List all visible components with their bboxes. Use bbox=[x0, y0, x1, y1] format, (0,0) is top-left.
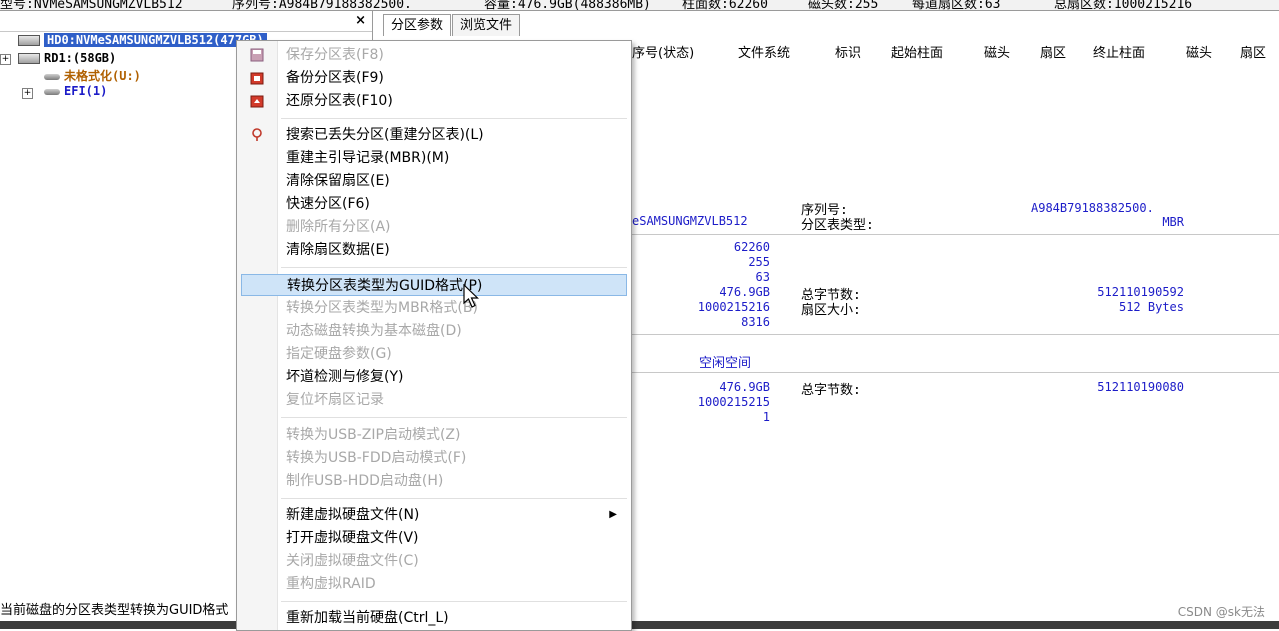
tree-node-rd1[interactable]: RD1:(58GB) bbox=[18, 51, 116, 65]
tree-node-rd1-label: RD1:(58GB) bbox=[44, 51, 117, 65]
partition-table-type-value: MBR bbox=[1162, 215, 1184, 229]
total-bytes-value: 512110190592 bbox=[1097, 285, 1184, 299]
menu-item-delete-all-partitions[interactable]: 删除所有分区(A) bbox=[241, 216, 627, 238]
col-id: 标识 bbox=[835, 46, 862, 61]
menu-item-search-lost-partitions[interactable]: 搜索已丢失分区(重建分区表)(L) bbox=[241, 124, 627, 146]
hard-disk-icon bbox=[18, 53, 40, 64]
free-total-bytes-value: 512110190080 bbox=[1097, 380, 1184, 394]
disk-cylinders: 柱面数:62260 bbox=[682, 0, 768, 11]
backup-icon bbox=[250, 72, 264, 85]
status-bar: 当前磁盘的分区表类型转换为GUID格式 bbox=[0, 603, 229, 618]
expand-icon[interactable]: + bbox=[22, 88, 33, 99]
menu-item-usb-hdd-boot[interactable]: 制作USB-HDD启动盘(H) bbox=[241, 470, 627, 492]
sector-size-label: 扇区大小: bbox=[801, 303, 861, 318]
disk-model: 型号:NVMeSAMSUNGMZVLB512 bbox=[0, 0, 183, 11]
extra-value: 8316 bbox=[741, 315, 770, 329]
restore-icon bbox=[250, 95, 264, 108]
free-capacity-value: 476.9GB bbox=[719, 380, 770, 394]
mouse-cursor-icon bbox=[463, 284, 479, 308]
menu-item-reload-disk[interactable]: 重新加载当前硬盘(Ctrl_L) bbox=[241, 607, 627, 629]
col-end-cylinder: 终止柱面 bbox=[1093, 46, 1146, 61]
tree-header: × bbox=[0, 11, 372, 32]
disk-total-sectors: 总扇区数:1000215216 bbox=[1054, 0, 1193, 11]
menu-item-save-partition-table[interactable]: 保存分区表(F8) bbox=[241, 44, 627, 66]
tree-node-unformatted[interactable]: 未格式化(U:) bbox=[44, 67, 141, 84]
submenu-arrow-icon: ▶ bbox=[609, 509, 617, 520]
menu-item-new-virtual-disk[interactable]: 新建虚拟硬盘文件(N) ▶ bbox=[241, 504, 627, 526]
disk-sectors-per-track: 每道扇区数:63 bbox=[912, 0, 1001, 11]
col-filesystem: 文件系统 bbox=[738, 46, 791, 61]
menu-item-reset-bad-sectors[interactable]: 复位坏扇区记录 bbox=[241, 389, 627, 411]
disk-heads: 磁头数:255 bbox=[808, 0, 879, 11]
serial-value: A984B79188382500. bbox=[1031, 201, 1154, 215]
tree-node-unformatted-label: 未格式化(U:) bbox=[64, 69, 141, 83]
menu-item-clear-reserved-sectors[interactable]: 清除保留扇区(E) bbox=[241, 170, 627, 192]
disk-info-bar: 型号:NVMeSAMSUNGMZVLB512 序列号:A984B79188382… bbox=[0, 0, 1279, 11]
close-icon[interactable]: × bbox=[355, 13, 366, 28]
menu-item-bad-sector-check[interactable]: 坏道检测与修复(Y) bbox=[241, 366, 627, 388]
disk-serial: 序列号:A984B79188382500. bbox=[232, 0, 412, 11]
menu-item-open-virtual-disk[interactable]: 打开虚拟硬盘文件(V) bbox=[241, 527, 627, 549]
menu-item-restore-partition-table[interactable]: 还原分区表(F10) bbox=[241, 90, 627, 112]
col-sector: 扇区 bbox=[1240, 46, 1267, 61]
tree-node-efi-label: EFI(1) bbox=[64, 84, 108, 98]
disk-context-menu: 保存分区表(F8) 备份分区表(F9) 还原分区表(F10) 搜索已丢失分区(重… bbox=[236, 40, 632, 631]
expand-icon[interactable]: + bbox=[0, 54, 11, 65]
menu-item-quick-partition[interactable]: 快速分区(F6) bbox=[241, 193, 627, 215]
cylinders-value: 62260 bbox=[733, 240, 770, 254]
menu-item-convert-to-mbr[interactable]: 转换分区表类型为MBR格式(B) bbox=[241, 297, 627, 319]
menu-item-backup-partition-table[interactable]: 备份分区表(F9) bbox=[241, 67, 627, 89]
sector-size-value: 512 Bytes bbox=[1118, 300, 1184, 314]
col-index-status: 序号(状态) bbox=[632, 46, 695, 61]
total-sectors-value: 1000215216 bbox=[697, 300, 770, 314]
disk-model-value: eSAMSUNGMZVLB512 bbox=[632, 214, 748, 228]
search-icon bbox=[252, 128, 262, 141]
free-sectors-value: 1000215215 bbox=[697, 395, 770, 409]
menu-item-rebuild-mbr[interactable]: 重建主引导记录(MBR)(M) bbox=[241, 147, 627, 169]
save-icon bbox=[250, 48, 264, 62]
tab-partition-params[interactable]: 分区参数 bbox=[383, 14, 452, 36]
hard-disk-icon bbox=[18, 35, 40, 46]
col-head: 磁头 bbox=[984, 46, 1011, 61]
partition-table-type-label: 分区表类型: bbox=[801, 218, 874, 233]
disk-capacity: 容量:476.9GB(488386MB) bbox=[484, 0, 651, 11]
col-sector: 扇区 bbox=[1040, 46, 1067, 61]
partition-table-header: 序号(状态) 文件系统 标识 起始柱面 磁头 扇区 终止柱面 磁头 扇区 bbox=[600, 42, 1279, 61]
tab-bar: 分区参数 浏览文件 bbox=[383, 14, 521, 36]
menu-item-convert-to-guid[interactable]: 转换分区表类型为GUID格式(P) bbox=[241, 274, 627, 296]
heads-value: 255 bbox=[748, 255, 770, 269]
sectors-value: 63 bbox=[755, 270, 770, 284]
free-start-value: 1 bbox=[762, 410, 770, 424]
tree-node-efi[interactable]: EFI(1) bbox=[44, 84, 107, 98]
partition-icon bbox=[44, 88, 60, 95]
tree-node-hd0[interactable]: HD0:NVMeSAMSUNGMZVLB512(477GB) bbox=[18, 33, 267, 47]
menu-item-usb-fdd-mode[interactable]: 转换为USB-FDD启动模式(F) bbox=[241, 447, 627, 469]
menu-item-rebuild-virtual-raid[interactable]: 重构虚拟RAID bbox=[241, 573, 627, 595]
tree-node-hd0-label: HD0:NVMeSAMSUNGMZVLB512(477GB) bbox=[44, 33, 267, 47]
free-total-bytes-label: 总字节数: bbox=[801, 383, 861, 398]
capacity-value: 476.9GB bbox=[719, 285, 770, 299]
free-space-title: 空闲空间 bbox=[699, 356, 752, 371]
col-start-cylinder: 起始柱面 bbox=[891, 46, 944, 61]
menu-item-clear-sector-data[interactable]: 清除扇区数据(E) bbox=[241, 239, 627, 261]
partition-icon bbox=[44, 73, 60, 80]
taskbar-strip bbox=[0, 621, 1279, 629]
menu-item-close-virtual-disk[interactable]: 关闭虚拟硬盘文件(C) bbox=[241, 550, 627, 572]
col-head: 磁头 bbox=[1186, 46, 1213, 61]
menu-item-set-disk-params[interactable]: 指定硬盘参数(G) bbox=[241, 343, 627, 365]
menu-item-dynamic-to-basic[interactable]: 动态磁盘转换为基本磁盘(D) bbox=[241, 320, 627, 342]
tab-browse-files[interactable]: 浏览文件 bbox=[452, 14, 521, 36]
menu-item-usb-zip-mode[interactable]: 转换为USB-ZIP启动模式(Z) bbox=[241, 424, 627, 446]
watermark: CSDN @sk无法 bbox=[1177, 605, 1265, 619]
